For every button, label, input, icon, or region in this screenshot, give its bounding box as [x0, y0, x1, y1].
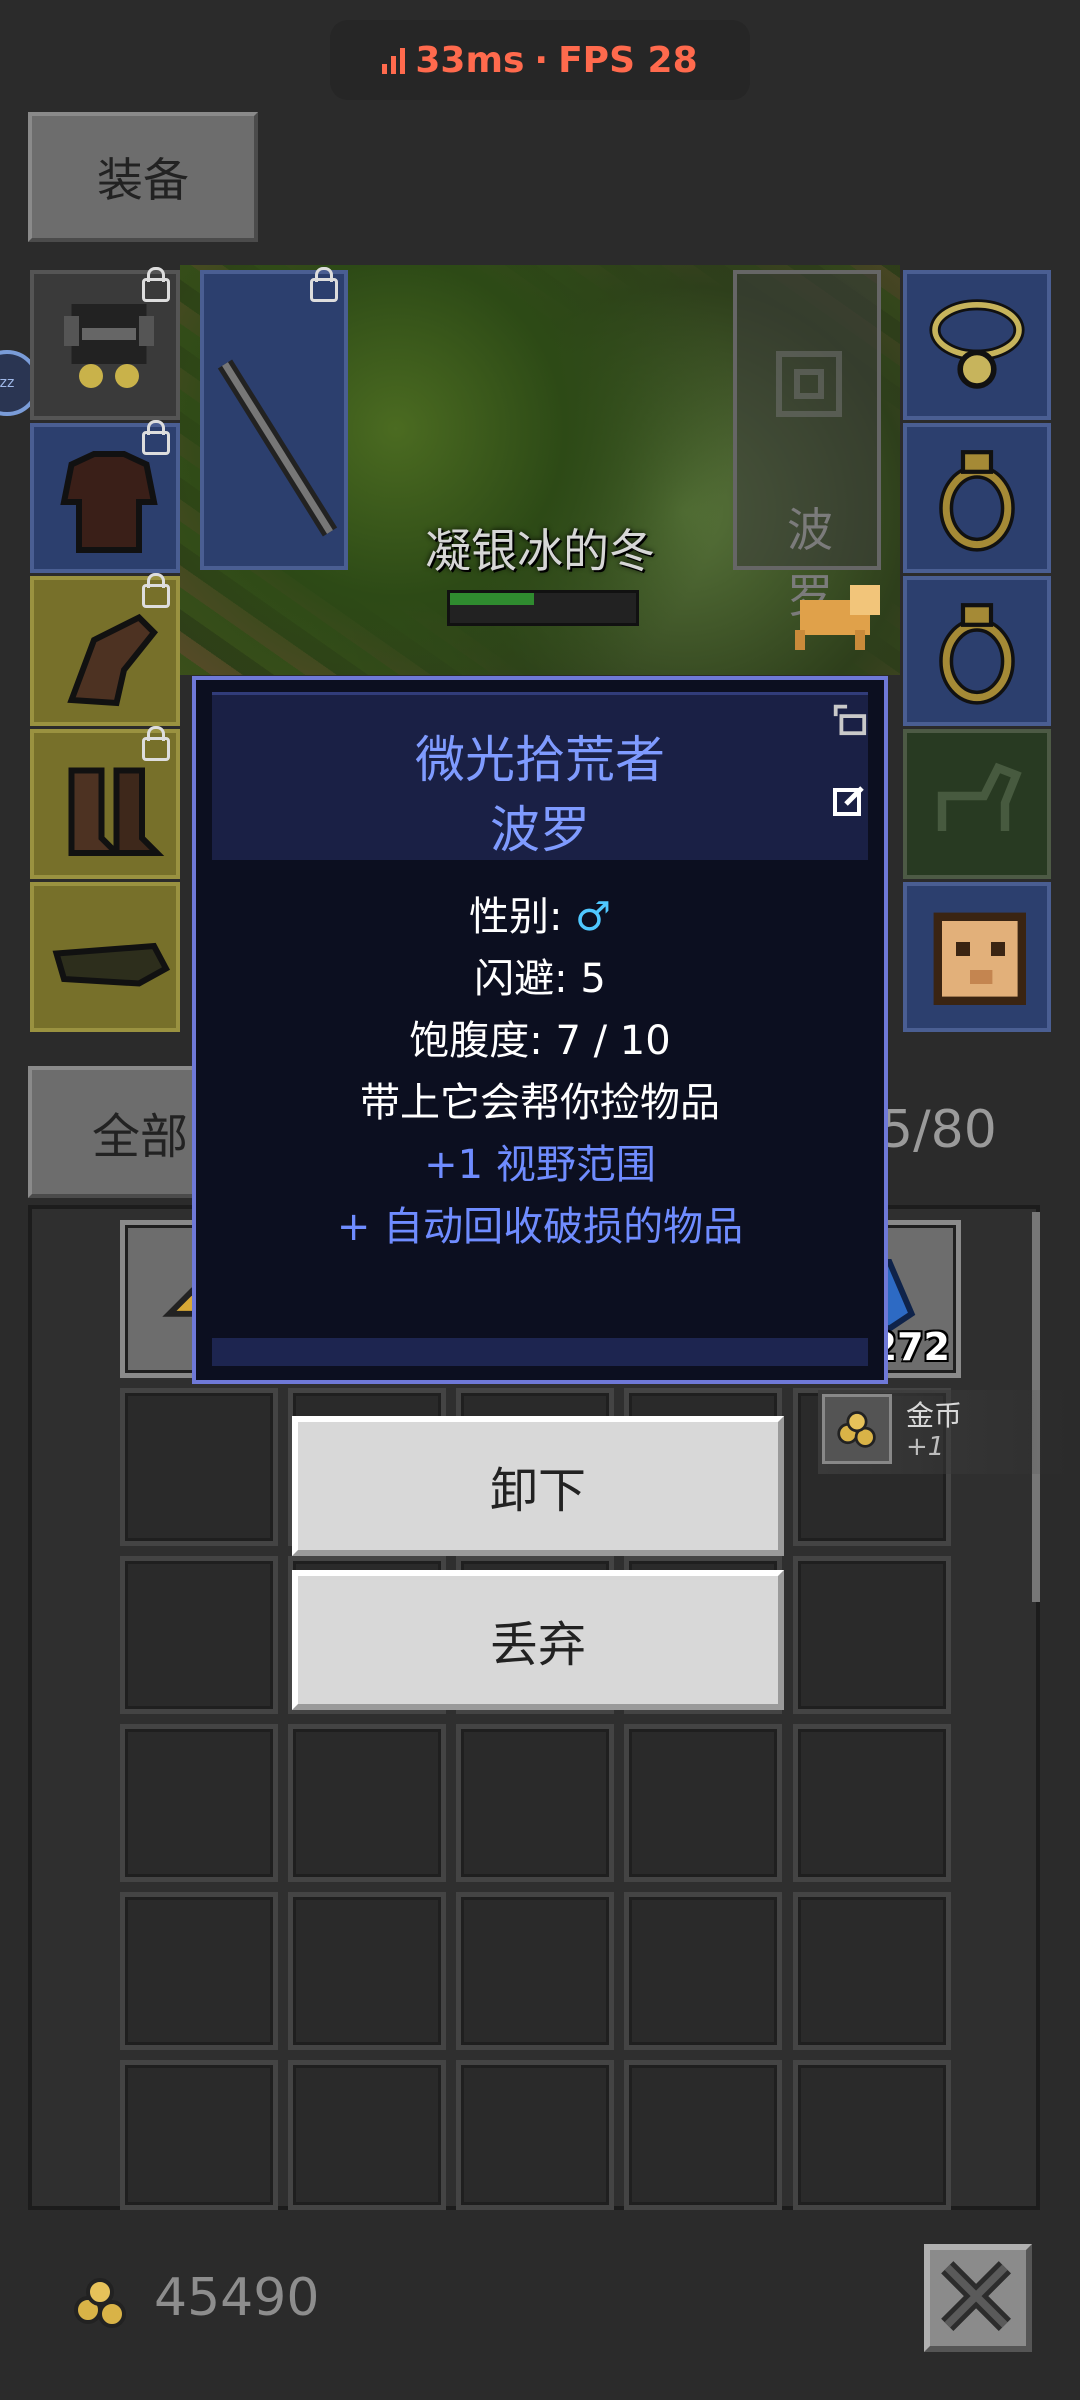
hero-health-bar	[447, 590, 639, 626]
stat-satiety: 饱腹度: 7 / 10	[409, 1018, 671, 1064]
slot-amulet[interactable]	[903, 270, 1051, 420]
slot-ring-2[interactable]	[903, 576, 1051, 726]
backpack-slot[interactable]	[793, 1556, 951, 1714]
slot-weapon[interactable]	[200, 267, 348, 570]
item-title-prefix: 微光拾荒者	[415, 731, 665, 789]
ring-icon	[939, 450, 1015, 552]
backpack-slot[interactable]	[288, 1724, 446, 1882]
backpack-slot[interactable]	[120, 1724, 278, 1882]
slot-helmet[interactable]	[30, 267, 180, 420]
item-info-dialog: 微光拾荒者 波罗 性别: ♂ 闪避: 5 饱腹度: 7 / 10 带上它会帮你捡…	[192, 676, 888, 1384]
dog-pet-sprite	[795, 585, 880, 650]
backpack-slot[interactable]	[624, 2060, 782, 2210]
unlock-icon[interactable]	[830, 698, 868, 738]
slot-boots[interactable]	[30, 726, 180, 879]
item-bonus-recycle: + 自动回收破损的物品	[336, 1204, 744, 1250]
backpack-slot[interactable]	[120, 1388, 278, 1546]
latency-text: 33ms	[415, 39, 525, 81]
dialog-footer	[212, 1338, 868, 1366]
item-bonus-vision: +1 视野范围	[424, 1142, 656, 1188]
lock-icon	[310, 267, 338, 302]
network-status: 33ms · FPS 28	[330, 20, 750, 100]
backpack-slot[interactable]	[456, 1892, 614, 2050]
slot-pet[interactable]	[903, 882, 1051, 1032]
hero-name: 凝银冰的冬	[425, 524, 655, 578]
backpack-slot[interactable]	[288, 2060, 446, 2210]
lock-icon	[142, 726, 170, 761]
gold-coins-icon	[74, 2278, 126, 2328]
backpack-slot[interactable]	[120, 1892, 278, 2050]
backpack-slot[interactable]	[793, 1724, 951, 1882]
backpack-slot[interactable]	[624, 1724, 782, 1882]
stat-dodge: 闪避: 5	[474, 956, 606, 1002]
lock-icon	[142, 573, 170, 608]
stat-gender: 性别: ♂	[196, 884, 884, 942]
unequip-button[interactable]: 卸下	[292, 1416, 784, 1556]
close-button[interactable]	[924, 2244, 1032, 2352]
gold-amount: 45490	[154, 2268, 320, 2328]
rename-icon[interactable]	[832, 784, 866, 818]
slot-mount[interactable]	[903, 729, 1051, 879]
slot-gloves[interactable]	[30, 573, 180, 726]
tab-equipment[interactable]: 装备	[28, 112, 258, 242]
backpack-slot[interactable]	[456, 1724, 614, 1882]
pet-slot-placeholder-icon	[776, 351, 842, 417]
spear-icon	[217, 359, 338, 537]
status-separator: ·	[534, 39, 549, 81]
pickup-item-name: 金币	[906, 1399, 963, 1432]
slot-ring-1[interactable]	[903, 423, 1051, 573]
backpack-slot[interactable]	[456, 2060, 614, 2210]
gender-label: 性别:	[468, 894, 576, 940]
slot-armor[interactable]	[30, 420, 180, 573]
male-icon: ♂	[575, 894, 612, 940]
drop-button[interactable]: 丢弃	[292, 1570, 784, 1710]
backpack-slot[interactable]	[624, 1892, 782, 2050]
backpack-slot[interactable]	[793, 2060, 951, 2210]
backpack-slot[interactable]	[288, 1892, 446, 2050]
item-title-name: 波罗	[490, 801, 590, 859]
horse-icon	[937, 762, 1022, 831]
backpack-slot[interactable]	[120, 2060, 278, 2210]
gold-coin-icon	[822, 1394, 892, 1464]
slot-belt[interactable]	[30, 882, 180, 1032]
lock-icon	[142, 420, 170, 455]
ring-icon	[939, 603, 1015, 705]
pickup-notification: 金币 +1	[818, 1390, 1068, 1474]
backpack-slot[interactable]	[120, 1556, 278, 1714]
fps-text: FPS 28	[558, 39, 698, 81]
pickup-amount: +1	[906, 1432, 945, 1462]
signal-icon	[382, 46, 406, 74]
close-icon	[941, 2261, 1011, 2331]
lock-icon	[142, 267, 170, 302]
item-description: 带上它会帮你捡物品	[360, 1080, 720, 1126]
backpack-slot[interactable]	[793, 1892, 951, 2050]
tab-filter-all[interactable]: 全部	[28, 1066, 208, 1198]
dog-pet-icon	[933, 912, 1026, 1005]
belt-icon	[52, 942, 171, 987]
amulet-icon	[929, 299, 1025, 389]
bag-capacity: 5/80	[880, 1100, 997, 1160]
slot-pet-artifact[interactable]: 波罗	[733, 270, 881, 623]
